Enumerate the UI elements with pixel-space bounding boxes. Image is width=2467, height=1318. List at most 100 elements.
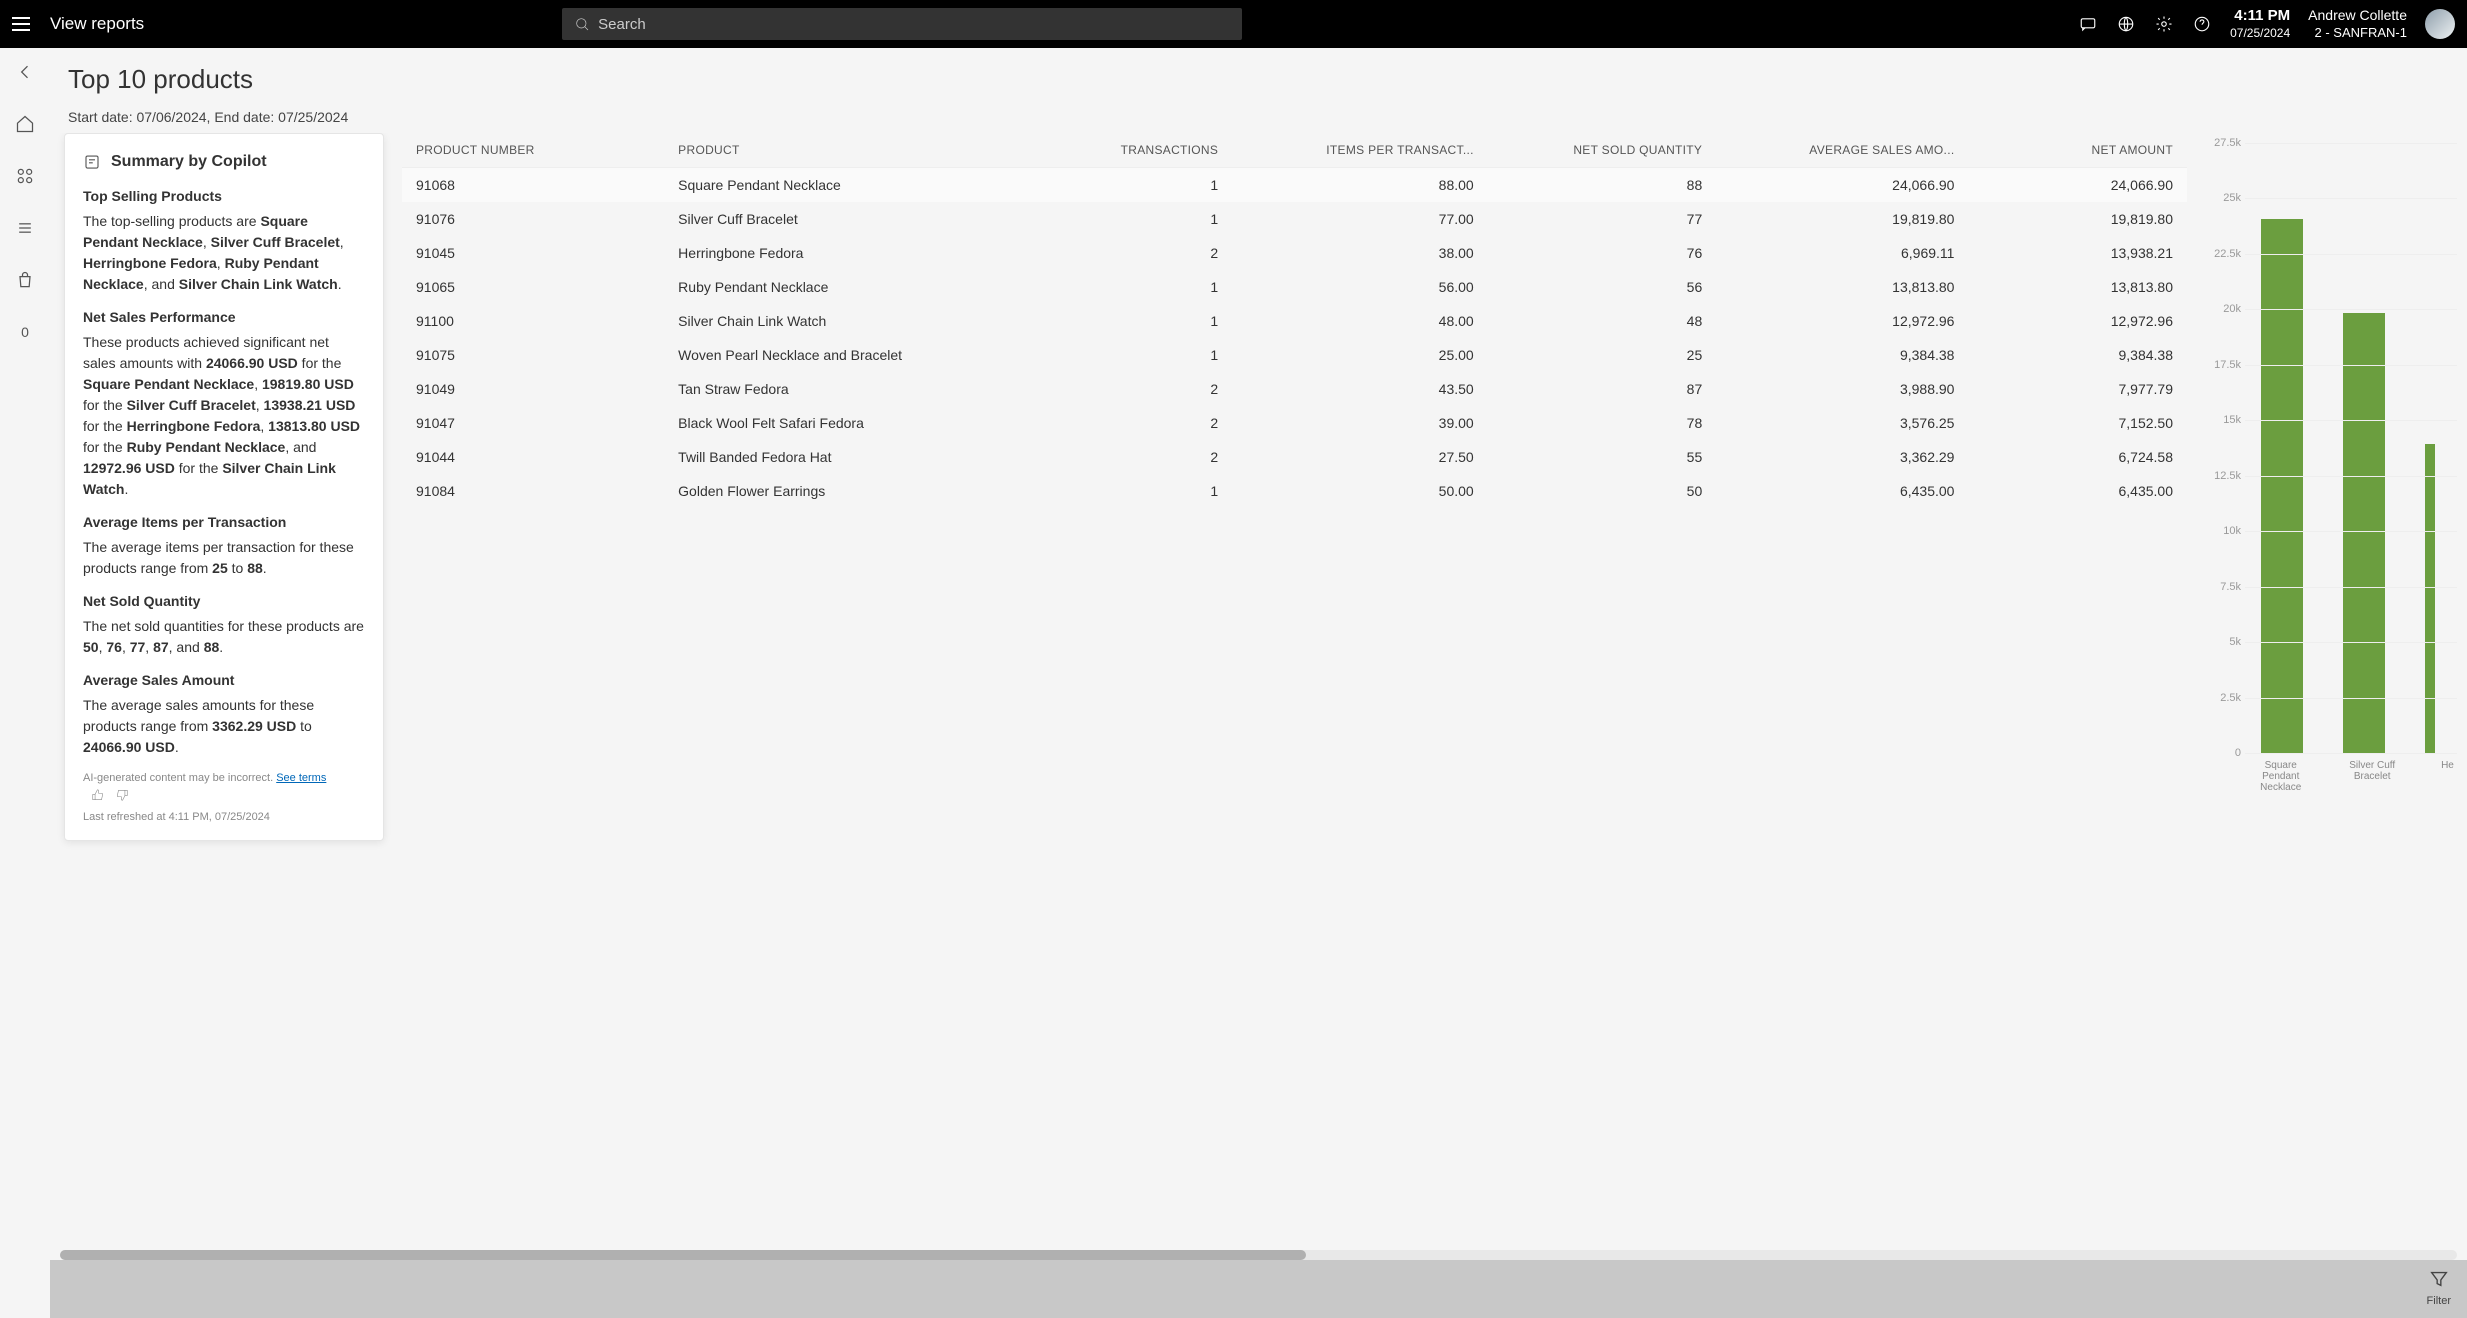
page-header: Top 10 products Start date: 07/06/2024, … [50,48,2467,133]
cell-product-number: 91084 [402,474,664,508]
chart-bar[interactable] [2343,313,2385,753]
gridline [2245,254,2457,255]
top-bar: View reports 4:11 PM 07/25/2024 Andrew C… [0,0,2467,48]
gridline [2245,587,2457,588]
cell-net-amount: 6,435.00 [1968,474,2187,508]
cell-product: Twill Banded Fedora Hat [664,440,1043,474]
cell-product-number: 91044 [402,440,664,474]
table-row[interactable]: 91044Twill Banded Fedora Hat227.50553,36… [402,440,2187,474]
gridline [2245,198,2457,199]
globe-icon[interactable] [2116,14,2136,34]
cell-product: Silver Chain Link Watch [664,304,1043,338]
table-row[interactable]: 91045Herringbone Fedora238.00766,969.111… [402,236,2187,270]
products-table: PRODUCT NUMBER PRODUCT TRANSACTIONS ITEM… [402,133,2187,1260]
chart-bar[interactable] [2261,219,2303,753]
cell-net-sold-qty: 50 [1488,474,1717,508]
y-tick: 17.5k [2214,359,2241,371]
copilot-s1-text: The top-selling products are Square Pend… [83,211,365,295]
cell-items-per-trans: 43.50 [1232,372,1488,406]
cell-product: Ruby Pendant Necklace [664,270,1043,304]
date-range: Start date: 07/06/2024, End date: 07/25/… [68,109,2449,125]
cell-transactions: 1 [1043,474,1232,508]
bag-icon[interactable] [13,268,37,292]
col-net-sold-qty[interactable]: NET SOLD QUANTITY [1488,133,1717,168]
cell-transactions: 1 [1043,338,1232,372]
col-transactions[interactable]: TRANSACTIONS [1043,133,1232,168]
search-input[interactable] [598,16,1230,33]
col-items-per-trans[interactable]: ITEMS PER TRANSACT... [1232,133,1488,168]
copilot-s2-text: These products achieved significant net … [83,332,365,500]
table-row[interactable]: 91076Silver Cuff Bracelet177.007719,819.… [402,202,2187,236]
gridline [2245,476,2457,477]
search-box[interactable] [562,8,1242,40]
cell-avg-sales: 19,819.80 [1716,202,1968,236]
copilot-s2-title: Net Sales Performance [83,307,365,328]
hamburger-icon[interactable] [12,14,32,34]
scrollbar-thumb[interactable] [60,1250,1306,1260]
cell-items-per-trans: 56.00 [1232,270,1488,304]
cell-product-number: 91045 [402,236,664,270]
nav-zero[interactable]: 0 [13,320,37,344]
filter-label: Filter [2427,1295,2451,1307]
user-block[interactable]: Andrew Collette 2 - SANFRAN-1 [2308,6,2407,41]
table-row[interactable]: 91100Silver Chain Link Watch148.004812,9… [402,304,2187,338]
cell-product: Herringbone Fedora [664,236,1043,270]
cell-net-sold-qty: 77 [1488,202,1717,236]
avatar[interactable] [2425,9,2455,39]
y-tick: 12.5k [2214,470,2241,482]
gear-icon[interactable] [2154,14,2174,34]
list-icon[interactable] [13,216,37,240]
help-icon[interactable] [2192,14,2212,34]
cell-net-amount: 12,972.96 [1968,304,2187,338]
table-row[interactable]: 91075Woven Pearl Necklace and Bracelet12… [402,338,2187,372]
cell-items-per-trans: 39.00 [1232,406,1488,440]
col-net-amount[interactable]: NET AMOUNT [1968,133,2187,168]
page-title: Top 10 products [68,64,2449,95]
apps-icon[interactable] [13,164,37,188]
y-tick: 27.5k [2214,137,2241,149]
copilot-s1-title: Top Selling Products [83,186,365,207]
clock-block: 4:11 PM 07/25/2024 [2230,6,2290,41]
cell-avg-sales: 6,435.00 [1716,474,1968,508]
status-bar: Filter [50,1260,2467,1318]
cell-product-number: 91100 [402,304,664,338]
horizontal-scrollbar[interactable] [60,1250,2457,1260]
copilot-s3-title: Average Items per Transaction [83,512,365,533]
table-row[interactable]: 91047Black Wool Felt Safari Fedora239.00… [402,406,2187,440]
cell-transactions: 1 [1043,202,1232,236]
col-avg-sales[interactable]: AVERAGE SALES AMO... [1716,133,1968,168]
gridline [2245,143,2457,144]
cell-net-amount: 9,384.38 [1968,338,2187,372]
col-product[interactable]: PRODUCT [664,133,1043,168]
see-terms-link[interactable]: See terms [276,772,326,784]
cell-net-sold-qty: 55 [1488,440,1717,474]
table-row[interactable]: 91068Square Pendant Necklace188.008824,0… [402,168,2187,203]
home-icon[interactable] [13,112,37,136]
cell-avg-sales: 9,384.38 [1716,338,1968,372]
chart-bar[interactable] [2425,444,2435,753]
cell-net-sold-qty: 76 [1488,236,1717,270]
cell-items-per-trans: 25.00 [1232,338,1488,372]
gridline [2245,753,2457,754]
cell-net-sold-qty: 25 [1488,338,1717,372]
filter-button[interactable]: Filter [2427,1268,2451,1307]
cell-transactions: 2 [1043,440,1232,474]
table-row[interactable]: 91065Ruby Pendant Necklace156.005613,813… [402,270,2187,304]
cell-net-amount: 7,977.79 [1968,372,2187,406]
thumbs-up-icon[interactable] [91,788,105,802]
cell-net-amount: 13,938.21 [1968,236,2187,270]
cell-net-amount: 24,066.90 [1968,168,2187,203]
cell-net-sold-qty: 48 [1488,304,1717,338]
copilot-s4-title: Net Sold Quantity [83,591,365,612]
col-product-number[interactable]: PRODUCT NUMBER [402,133,664,168]
cell-items-per-trans: 38.00 [1232,236,1488,270]
table-row[interactable]: 91084Golden Flower Earrings150.00506,435… [402,474,2187,508]
y-tick: 2.5k [2220,692,2241,704]
chat-icon[interactable] [2078,14,2098,34]
copilot-disclaimer: AI-generated content may be incorrect. [83,772,276,784]
back-icon[interactable] [13,60,37,84]
y-tick: 25k [2223,192,2241,204]
thumbs-down-icon[interactable] [115,788,129,802]
table-row[interactable]: 91049Tan Straw Fedora243.50873,988.907,9… [402,372,2187,406]
x-label: He [2438,760,2457,793]
